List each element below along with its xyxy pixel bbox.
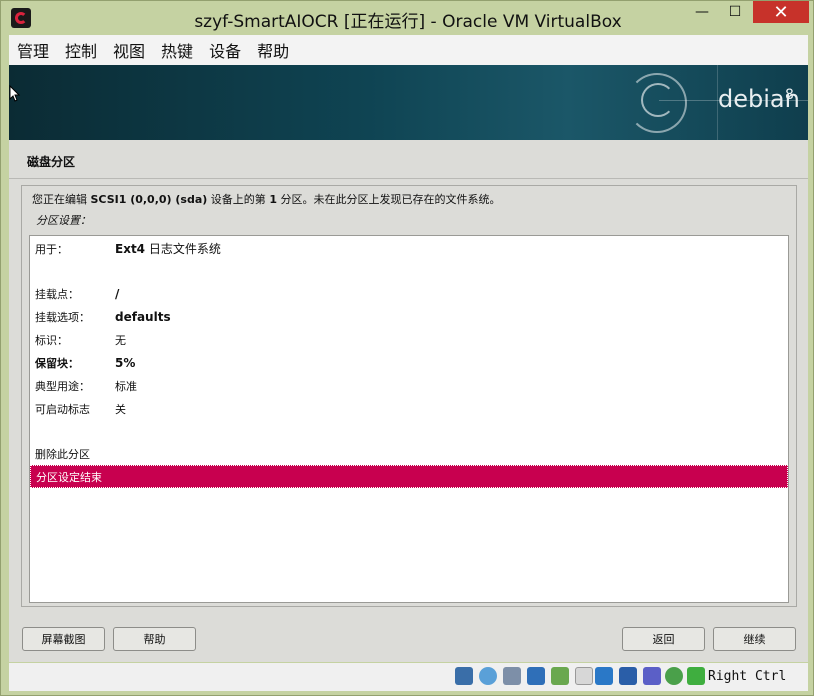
menu-help[interactable]: 帮助 (257, 38, 289, 62)
list-item-bootable-flag[interactable]: 可启动标志 关 (30, 397, 788, 420)
menu-bar: 管理 控制 视图 热键 设备 帮助 (9, 35, 808, 65)
maximize-button[interactable]: ☐ (719, 1, 751, 23)
close-button[interactable]: ✕ (753, 1, 809, 23)
row-value: Ext4 日志文件系统 (115, 242, 221, 256)
row-key: 用于： (35, 242, 68, 256)
display-icon[interactable] (595, 667, 613, 685)
menu-view[interactable]: 视图 (113, 38, 145, 62)
debian-swirl-inner-icon (641, 83, 675, 117)
host-key-label: Right Ctrl (708, 669, 787, 684)
row-key: 保留块： (35, 356, 79, 370)
row-key: 标识： (35, 333, 68, 347)
row-value: 5% (115, 355, 136, 370)
page-title: 磁盘分区 (27, 155, 76, 169)
menu-control[interactable]: 控制 (65, 38, 97, 62)
row-key: 挂载选项： (35, 310, 90, 324)
debian-banner: debian 8 (9, 65, 808, 140)
row-value: 无 (115, 333, 126, 347)
list-item-mount-point[interactable]: 挂载点： / (30, 282, 788, 305)
virtualbox-window: szyf-SmartAIOCR [正在运行] - Oracle VM Virtu… (0, 0, 814, 696)
menu-manage[interactable]: 管理 (17, 38, 49, 62)
row-key: 挂载点： (35, 287, 79, 301)
hard-disk-icon[interactable] (455, 667, 473, 685)
row-value: 关 (115, 402, 126, 416)
usb-icon[interactable] (551, 667, 569, 685)
screenshot-button[interactable]: 屏幕截图 (22, 627, 105, 651)
row-key: 分区设定结束 (36, 470, 102, 484)
row-key: 可启动标志 (35, 402, 90, 416)
partition-settings-panel: 您正在编辑 SCSI1 (0,0,0) (sda) 设备上的第 1 分区。未在此… (21, 185, 797, 607)
divider (9, 178, 808, 179)
download-icon[interactable] (687, 667, 705, 685)
list-item-done-setting-up[interactable]: 分区设定结束 (30, 465, 788, 488)
menu-devices[interactable]: 设备 (209, 38, 241, 62)
row-value: 标准 (115, 379, 137, 393)
minimize-button[interactable]: — (688, 1, 716, 23)
row-key: 典型用途： (35, 379, 90, 393)
video-capture-icon[interactable] (619, 667, 637, 685)
virtualization-icon[interactable] (643, 667, 661, 685)
list-item-reserved-blocks[interactable]: 保留块： 5% (30, 351, 788, 374)
mouse-integration-icon[interactable] (665, 667, 683, 685)
status-bar: Right Ctrl (9, 663, 808, 691)
partition-description: 您正在编辑 SCSI1 (0,0,0) (sda) 设备上的第 1 分区。未在此… (32, 193, 501, 206)
menu-hotkeys[interactable]: 热键 (161, 38, 193, 62)
title-bar: szyf-SmartAIOCR [正在运行] - Oracle VM Virtu… (1, 1, 814, 35)
continue-button[interactable]: 继续 (713, 627, 796, 651)
list-item-use-as[interactable]: 用于： Ext4 日志文件系统 (30, 237, 788, 260)
row-key: 删除此分区 (35, 447, 90, 461)
list-item-mount-options[interactable]: 挂载选项： defaults (30, 305, 788, 328)
row-value: / (115, 286, 120, 301)
debian-version: 8 (785, 87, 794, 103)
network-icon[interactable] (527, 667, 545, 685)
list-item-delete-partition[interactable]: 删除此分区 (30, 442, 788, 465)
list-item-typical-usage[interactable]: 典型用途： 标准 (30, 374, 788, 397)
row-value: defaults (115, 309, 171, 324)
partition-settings-label: 分区设置： (36, 214, 91, 227)
list-item-label[interactable]: 标识： 无 (30, 328, 788, 351)
optical-drive-icon[interactable] (479, 667, 497, 685)
help-button[interactable]: 帮助 (113, 627, 196, 651)
mouse-cursor-icon (9, 85, 21, 102)
vm-screen[interactable]: debian 8 磁盘分区 您正在编辑 SCSI1 (0,0,0) (sda) … (9, 65, 808, 662)
partition-settings-list[interactable]: 用于： Ext4 日志文件系统 挂载点： / 挂载选项： defaults 标识… (29, 235, 789, 603)
back-button[interactable]: 返回 (622, 627, 705, 651)
audio-icon[interactable] (503, 667, 521, 685)
shared-folders-icon[interactable] (575, 667, 593, 685)
